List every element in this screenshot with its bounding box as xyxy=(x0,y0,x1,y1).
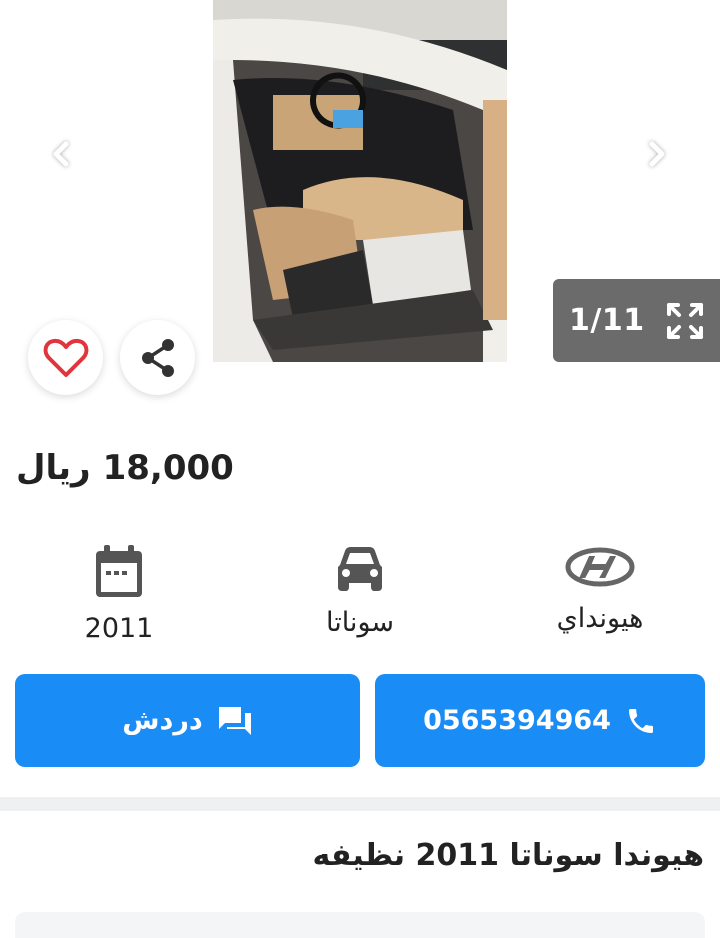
call-button[interactable]: 0565394964 xyxy=(375,674,705,767)
spec-year-label: 2011 xyxy=(84,613,154,644)
spec-model-label: سوناتا xyxy=(325,607,395,638)
spec-make: هيونداي xyxy=(520,545,680,634)
next-photo-button[interactable] xyxy=(641,138,673,170)
share-icon xyxy=(141,338,174,377)
calendar-icon xyxy=(96,545,142,597)
price-value: 18,000 xyxy=(102,448,234,488)
chat-button[interactable]: دردش xyxy=(15,674,360,767)
phone-icon xyxy=(628,708,653,733)
listing-title: هيوندا سوناتا 2011 نظيفه xyxy=(312,838,704,873)
car-interior-image xyxy=(213,0,507,362)
price: ريال 18,000 xyxy=(16,448,234,488)
photo-counter-text: 1/11 xyxy=(569,303,645,338)
car-icon xyxy=(338,547,382,591)
chevron-left-icon xyxy=(53,141,69,167)
spec-model: سوناتا xyxy=(280,545,440,638)
share-button[interactable] xyxy=(120,320,195,395)
call-button-label: 0565394964 xyxy=(423,705,611,736)
favorite-button[interactable] xyxy=(28,320,103,395)
hyundai-logo-icon xyxy=(565,547,635,587)
heart-outline-icon xyxy=(43,338,88,377)
section-divider xyxy=(0,797,720,811)
expand-icon[interactable] xyxy=(666,302,704,340)
spec-year: 2011 xyxy=(39,545,199,644)
details-card xyxy=(15,912,705,938)
previous-photo-button[interactable] xyxy=(45,138,77,170)
car-photo[interactable] xyxy=(213,0,507,362)
price-currency: ريال xyxy=(16,448,91,488)
chat-button-label: دردش xyxy=(122,705,203,736)
photo-counter[interactable]: 1/11 xyxy=(553,279,720,362)
chevron-right-icon xyxy=(649,141,665,167)
spec-make-label: هيونداي xyxy=(556,603,644,634)
chat-icon xyxy=(218,706,251,735)
photo-gallery: 1/11 xyxy=(0,0,720,410)
